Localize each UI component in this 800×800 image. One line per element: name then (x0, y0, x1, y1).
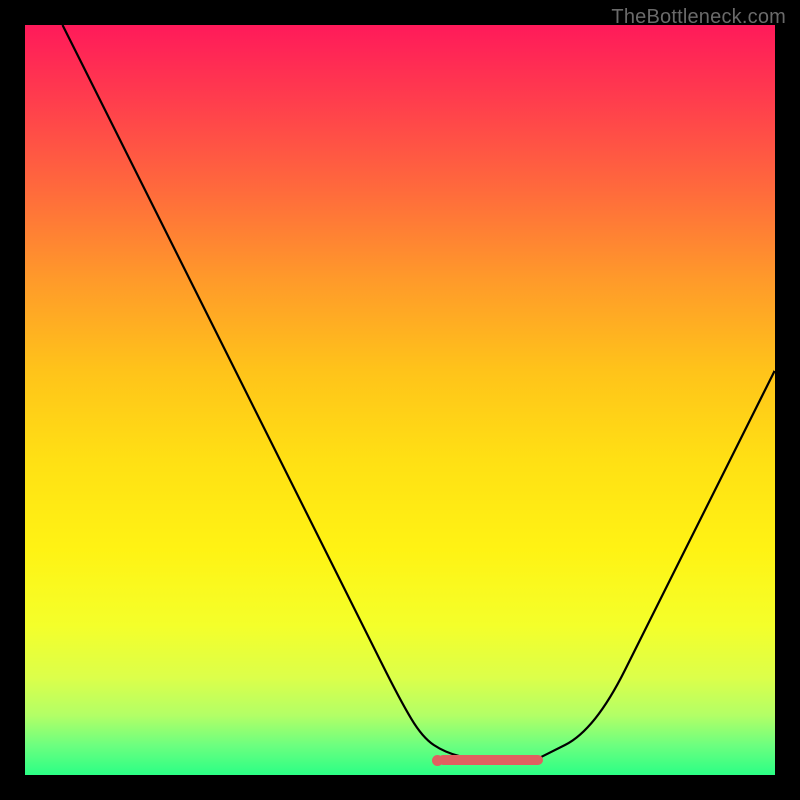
plot-area (25, 25, 775, 775)
curve-svg (25, 25, 775, 775)
optimal-range-bar (438, 755, 543, 765)
bottleneck-curve (63, 25, 776, 760)
watermark-text: TheBottleneck.com (611, 6, 786, 29)
